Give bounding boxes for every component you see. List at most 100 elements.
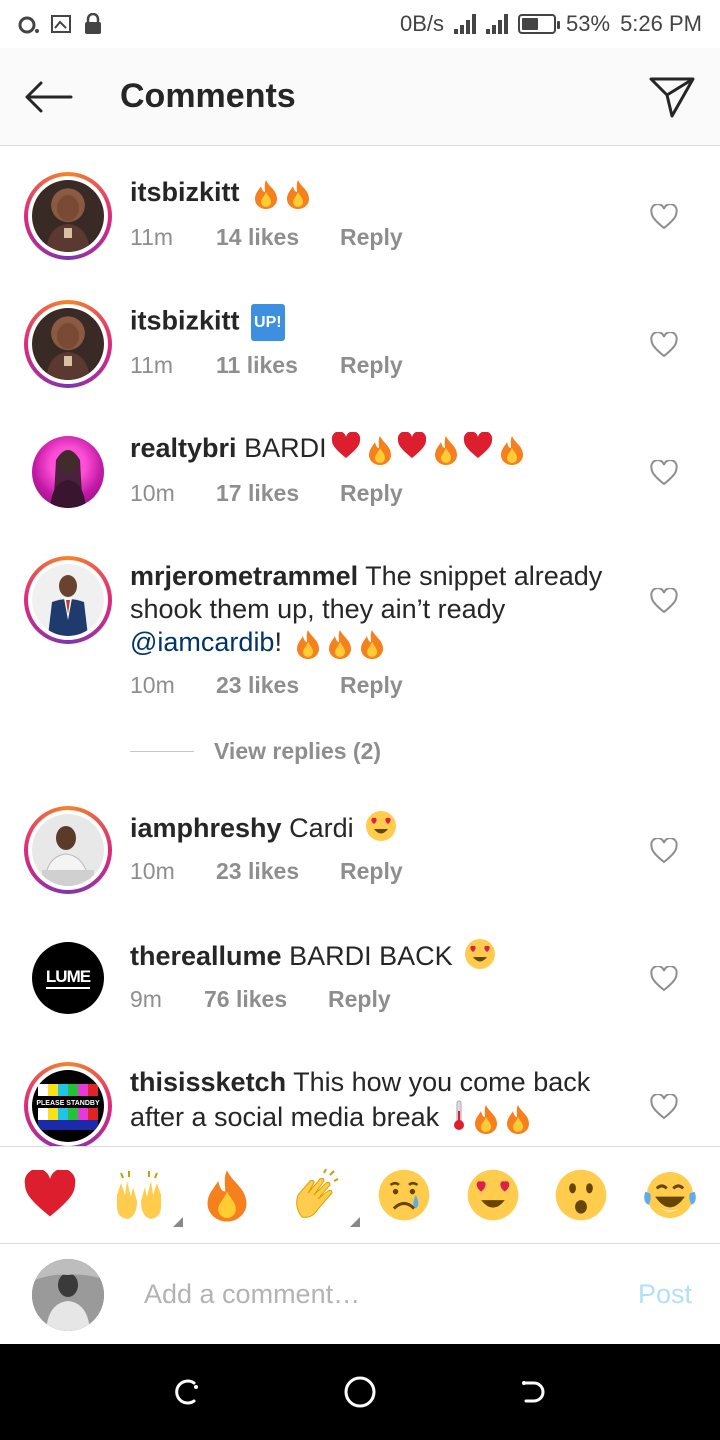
avatar[interactable] [24,300,112,388]
emoji-reaction-bar [0,1146,720,1244]
heart-outline-icon[interactable] [650,204,678,230]
comment-content: BARDI BACK [289,941,453,972]
back-button[interactable] [0,48,96,146]
current-user-avatar [32,1258,104,1331]
reply-button[interactable]: Reply [340,480,403,507]
notification-icon [18,13,40,35]
status-right-icons: 0B/s 53% 5:26 PM [400,11,702,37]
home-circle-icon [344,1376,376,1408]
comment-time: 11m [130,352,174,378]
fire-button[interactable] [195,1163,259,1227]
comment-likes[interactable]: 23 likes [216,858,340,885]
comment-likes[interactable]: 23 likes [216,672,340,699]
comment-likes[interactable]: 14 likes [216,224,340,251]
avatar[interactable]: PLEASE STANDBY [24,1062,112,1146]
red-heart-icon [331,431,361,468]
avatar[interactable] [24,556,112,644]
post-button[interactable]: Post [582,1279,692,1310]
fire-icon [359,629,385,659]
view-replies-label: View replies (2) [214,738,382,764]
comment-username[interactable]: itsbizkitt [130,306,240,336]
comment-username[interactable]: thereallume [130,941,282,971]
mention-link[interactable]: @iamcardib [130,627,274,657]
fire-icon [367,435,393,465]
view-replies-button[interactable]: View replies (2) [130,738,381,765]
heart-outline-icon[interactable] [650,588,678,614]
fire-icon [285,179,311,209]
comment-meta: 10m 17 likes Reply [130,480,403,507]
comment-username[interactable]: itsbizkitt [130,177,240,207]
crying-face-button[interactable] [372,1163,436,1227]
avatar[interactable]: LUME [24,934,112,1022]
tears-of-joy-icon [643,1171,696,1219]
comment-meta: 10m 23 likes Reply [130,858,403,885]
red-heart-icon [463,431,493,468]
avatar[interactable] [24,428,112,516]
red-heart-icon [397,431,427,468]
signal-4g-icon [486,14,509,34]
comment-time: 10m [130,672,175,698]
comments-list[interactable]: itsbizkitt 11m 14 likes Reply itsbizkitt… [0,150,720,1146]
fire-icon [207,1170,247,1222]
reply-button[interactable]: Reply [328,986,391,1013]
red-heart-button[interactable] [18,1163,82,1227]
arrow-left-icon [25,81,73,112]
tears-of-joy-button[interactable] [638,1163,702,1227]
astonished-face-button[interactable] [549,1163,613,1227]
signal-icon [454,14,477,34]
heart-outline-icon[interactable] [650,332,678,358]
comment-text: iamphreshy Cardi [130,810,630,850]
up-badge-icon: UP! [251,304,285,341]
system-nav-bar [0,1344,720,1440]
fire-icon [295,629,321,659]
comment-input[interactable] [144,1279,582,1310]
comment-text: realtybri BARDI [130,431,630,468]
heart-eyes-button[interactable] [461,1163,525,1227]
comment-username[interactable]: iamphreshy [130,813,282,843]
heart-outline-icon[interactable] [650,838,678,864]
comment-meta: 11m 11 likes Reply [130,352,403,379]
comment-username[interactable]: mrjerometrammel [130,561,358,591]
heart-outline-icon[interactable] [650,1094,678,1120]
avatar[interactable] [24,172,112,260]
comment-likes[interactable]: 17 likes [216,480,340,507]
avatar[interactable] [24,806,112,894]
skin-tone-indicator [349,1217,360,1227]
reply-button[interactable]: Reply [340,352,403,379]
divider [130,751,194,752]
red-heart-icon [24,1170,76,1217]
paper-plane-icon [649,77,695,117]
heart-outline-icon[interactable] [650,966,678,992]
heart-outline-icon[interactable] [650,460,678,486]
lume-logo: LUME [45,967,91,989]
comment-time: 11m [130,224,174,250]
lock-icon [82,12,104,35]
comment-text: itsbizkitt [130,176,630,209]
crying-face-icon [378,1169,430,1221]
heart-eyes-icon [365,810,397,850]
recent-apps-icon [174,1379,198,1405]
clock: 5:26 PM [620,11,702,36]
clapping-hands-button[interactable] [284,1163,360,1227]
comment-username[interactable]: thisissketch [130,1067,286,1097]
fire-icon [327,629,353,659]
comment-username[interactable]: realtybri [130,433,237,463]
reply-button[interactable]: Reply [340,858,403,885]
fire-icon [433,435,459,465]
battery-icon [518,14,561,34]
heart-eyes-icon [464,938,496,978]
comment-time: 9m [130,986,162,1012]
network-speed: 0B/s [399,11,445,36]
comment-likes[interactable]: 76 likes [204,986,328,1013]
fire-icon [505,1104,531,1134]
back-nav-button[interactable] [503,1362,563,1422]
raising-hands-button[interactable] [107,1163,183,1227]
reply-button[interactable]: Reply [340,672,403,699]
reply-button[interactable]: Reply [340,224,403,251]
share-button[interactable] [624,48,720,146]
comment-content: Cardi [289,813,354,844]
home-button[interactable] [330,1362,390,1422]
comment-likes[interactable]: 11 likes [216,352,340,379]
recent-apps-button[interactable] [157,1362,217,1422]
back-nav-icon [522,1381,545,1403]
